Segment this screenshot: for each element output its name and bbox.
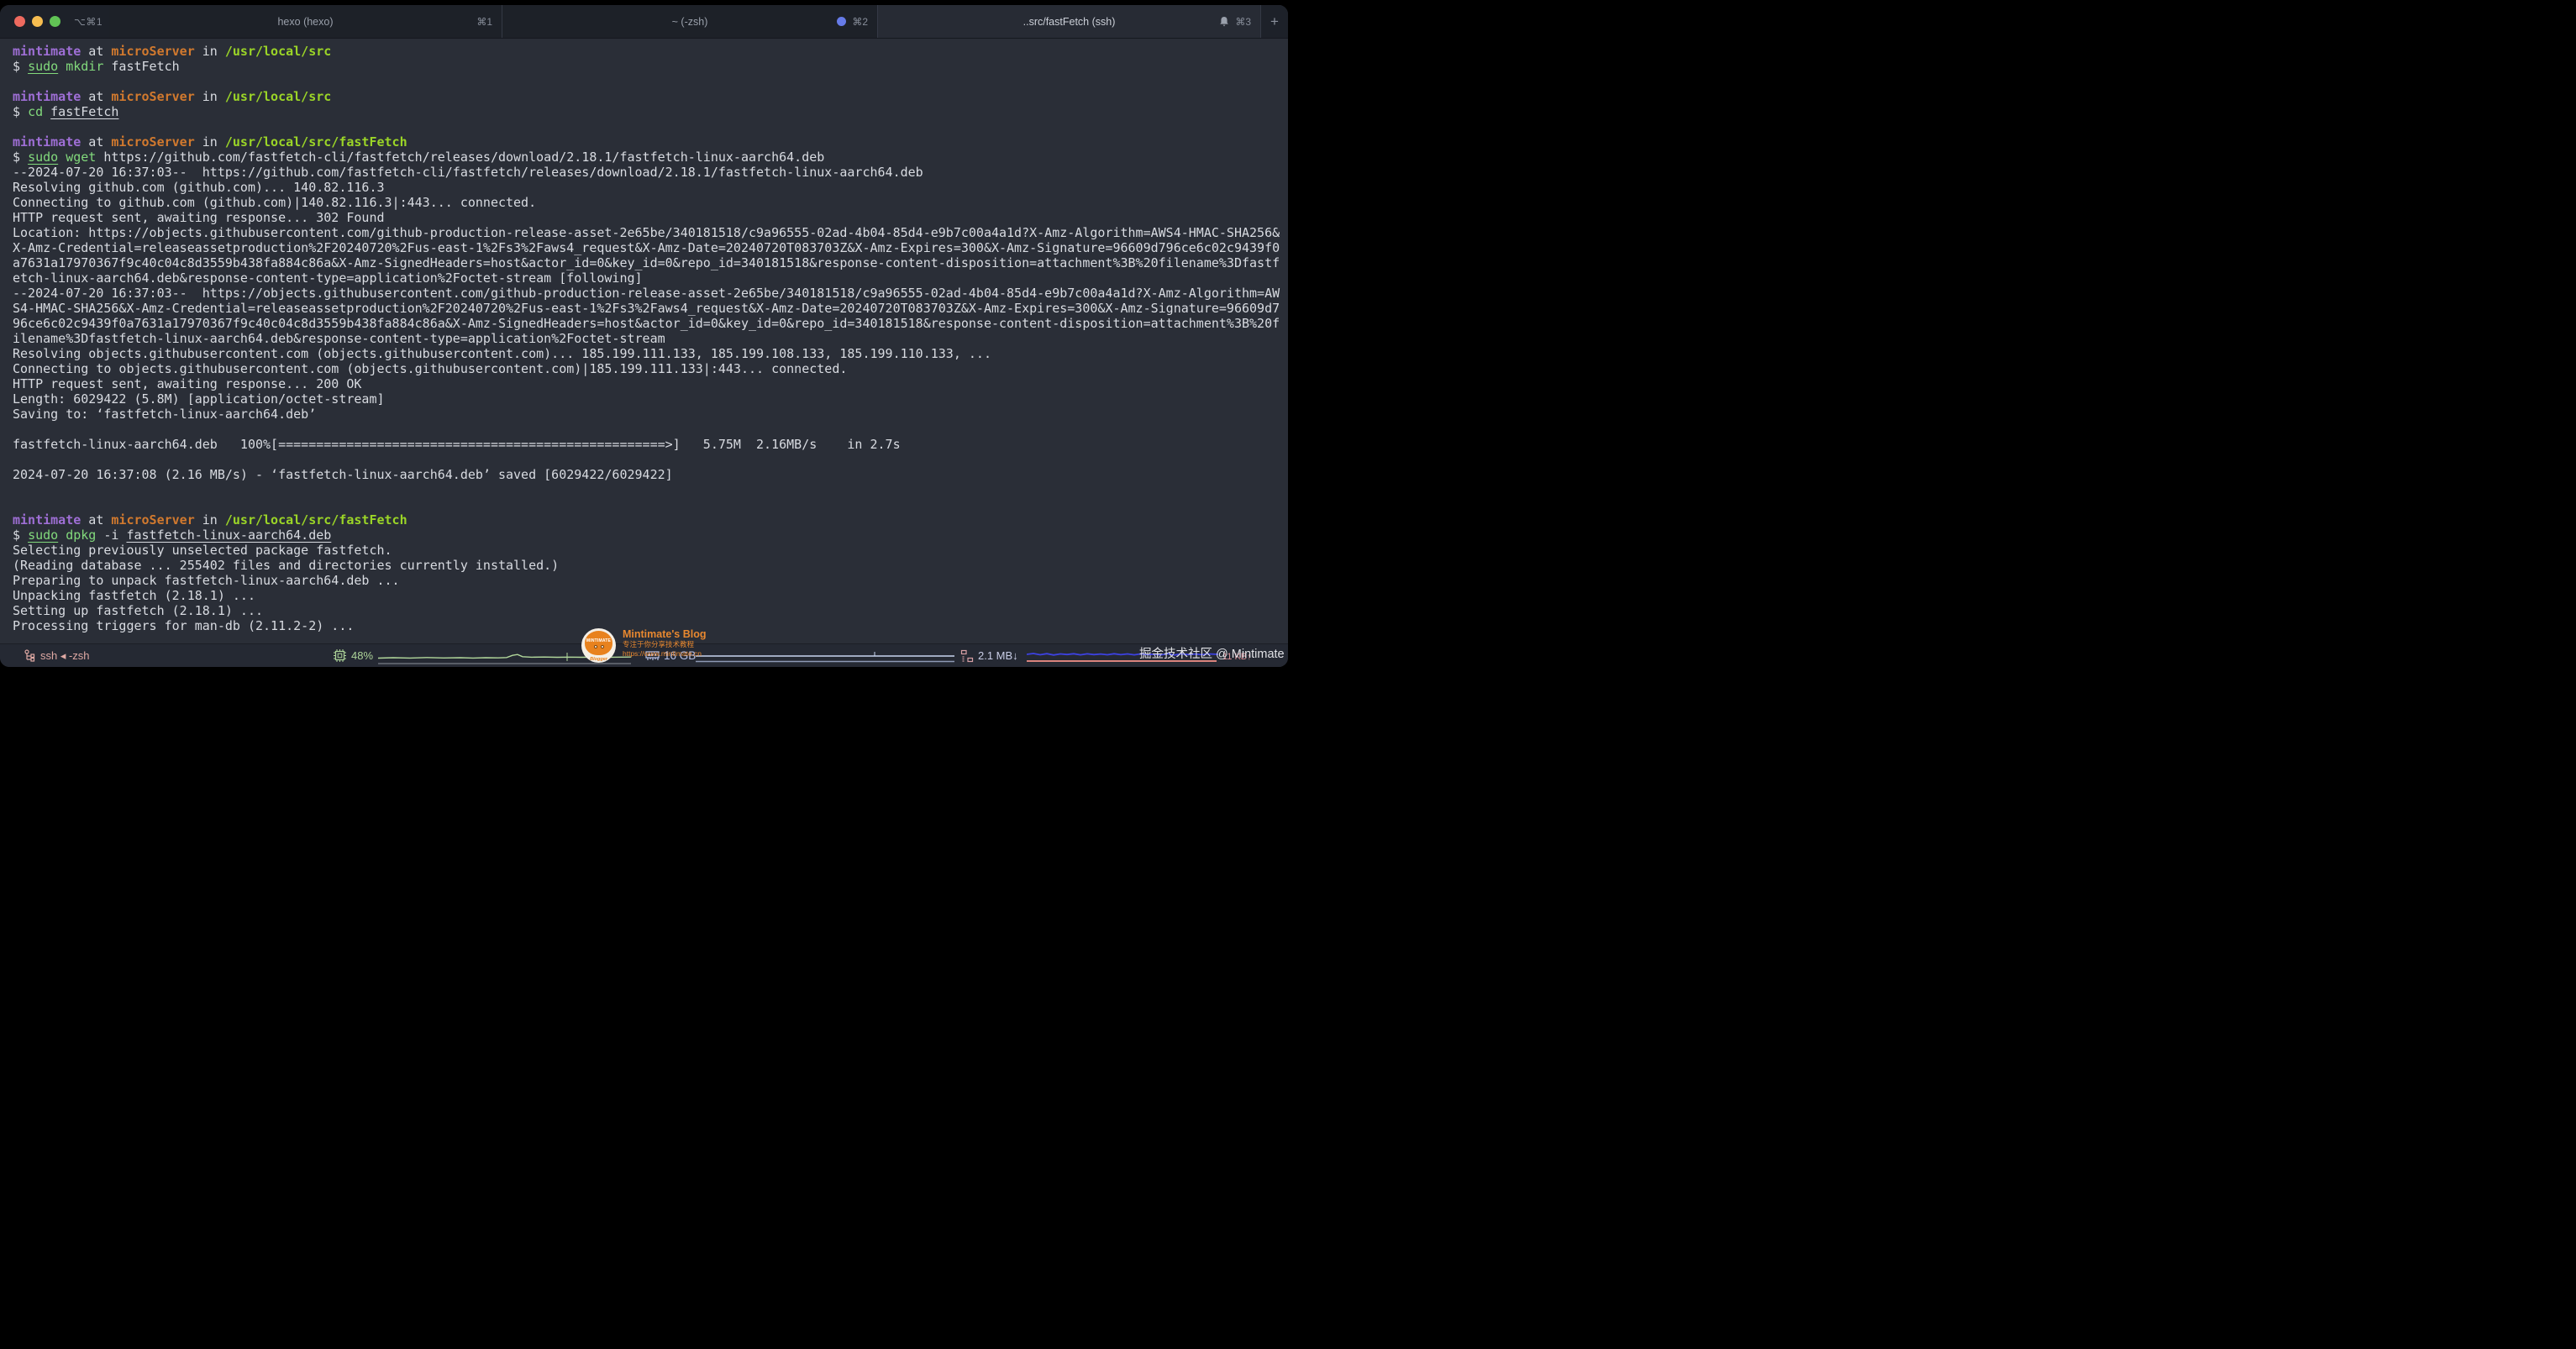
terminal-line: S4-HMAC-SHA256&X-Amz-Credential=releasea… [13,301,1280,316]
session-widget: ssh ◂ -zsh [24,644,90,667]
window-shortcut-label: ⌥⌘1 [74,15,103,28]
process-tree-icon [24,649,35,662]
close-button[interactable] [14,16,25,27]
session-label: ssh ◂ -zsh [40,648,90,662]
new-tab-button[interactable]: + [1260,5,1288,38]
network-widget: 2.1 MB↓ [960,644,1018,667]
watermark-subtitle: 专注于你分享技术教程 [623,640,695,648]
terminal-line: (Reading database ... 255402 files and d… [13,558,560,573]
terminal-line: $ sudo wget https://github.com/fastfetch… [13,150,825,165]
tab-title: ~ (-zsh) [671,15,708,28]
terminal-line: HTTP request sent, awaiting response... … [13,376,362,391]
iterm-window: ⌥⌘1 hexo (hexo) ⌘1 ~ (-zsh) ⌘2 ..src/fas… [0,5,1288,667]
juejin-watermark: 掘金技术社区 @ Mintimate [1139,648,1285,661]
terminal-line: 96ce6c02c9439f0a7631a17970367f9c40c04c8d… [13,316,1280,331]
traffic-lights [0,5,74,38]
tab-title: ..src/fastFetch (ssh) [1023,15,1116,28]
desktop-background: ⌥⌘1 hexo (hexo) ⌘1 ~ (-zsh) ⌘2 ..src/fas… [0,0,1288,674]
terminal-line: $ sudo mkdir fastFetch [13,59,180,74]
terminal-line: X-Amz-Credential=releaseassetproduction%… [13,240,1280,255]
mintimate-logo-icon: MINTIMATE Blogger [581,628,616,663]
terminal-line: Selecting previously unselected package … [13,543,392,558]
cpu-widget: 48% [333,644,373,667]
blog-watermark: MINTIMATE Blogger Mintimate's Blog 专注于你分… [581,628,707,663]
terminal-line: 2024-07-20 16:37:08 (2.16 MB/s) - ‘fastf… [13,467,673,482]
terminal-line: Location: https://objects.githubusercont… [13,225,1280,240]
terminal-line: $ cd fastFetch [13,104,119,119]
cpu-percent-label: 48% [351,649,374,662]
tab-hexo[interactable]: hexo (hexo) ⌘1 [109,5,502,38]
terminal-line: --2024-07-20 16:37:03-- https://objects.… [13,286,1280,301]
tab-shortcut: ⌘3 [1235,15,1251,28]
terminal-line: fastfetch-linux-aarch64.deb 100%[=======… [13,437,901,452]
terminal-line: Connecting to objects.githubusercontent.… [13,361,848,376]
terminal-line: Setting up fastfetch (2.18.1) ... [13,603,264,618]
network-down-label: 2.1 MB↓ [978,649,1018,662]
minimize-button[interactable] [32,16,43,27]
terminal-line: Resolving github.com (github.com)... 140… [13,180,385,195]
watermark-url: https://www.mintimate.cn [623,649,702,658]
terminal-line: etch-linux-aarch64.deb&response-content-… [13,270,643,286]
memory-sparkline [696,652,954,663]
terminal-line: mintimate at microServer in /usr/local/s… [13,512,407,528]
terminal-line: Unpacking fastfetch (2.18.1) ... [13,588,255,603]
terminal-line: Resolving objects.githubusercontent.com … [13,346,991,361]
terminal-line: ilename%3Dfastfetch-linux-aarch64.deb&re… [13,331,665,346]
terminal-line: --2024-07-20 16:37:03-- https://github.c… [13,165,923,180]
terminal-line: mintimate at microServer in /usr/local/s… [13,44,332,59]
watermark-title: Mintimate's Blog [623,628,707,640]
cpu-chip-icon [334,649,346,662]
bell-icon [1220,16,1229,26]
network-icon [960,649,974,662]
activity-dot-icon [837,17,847,26]
tab-shortcut: ⌘2 [852,15,868,28]
zoom-button[interactable] [50,16,60,27]
tab-bar: ⌥⌘1 hexo (hexo) ⌘1 ~ (-zsh) ⌘2 ..src/fas… [0,5,1288,39]
terminal-line: Length: 6029422 (5.8M) [application/octe… [13,391,385,407]
tab-title: hexo (hexo) [277,15,334,28]
terminal-line: HTTP request sent, awaiting response... … [13,210,385,225]
tab-shortcut: ⌘1 [476,15,492,28]
terminal-line: Saving to: ‘fastfetch-linux-aarch64.deb’ [13,407,317,422]
terminal-line: Preparing to unpack fastfetch-linux-aarc… [13,573,400,588]
tab-zsh[interactable]: ~ (-zsh) ⌘2 [502,5,878,38]
terminal-output: mintimate at microServer in /usr/local/s… [0,39,1288,643]
terminal-line: $ sudo dpkg -i fastfetch-linux-aarch64.d… [13,528,332,543]
terminal-line: mintimate at microServer in /usr/local/s… [13,89,332,104]
terminal-line: a7631a17970367f9c40c04c8d3559b438fa884c8… [13,255,1280,270]
terminal-line: mintimate at microServer in /usr/local/s… [13,134,407,150]
tab-ssh-fastfetch[interactable]: ..src/fastFetch (ssh) ⌘3 [878,5,1260,38]
terminal-line: Connecting to github.com (github.com)|14… [13,195,537,210]
